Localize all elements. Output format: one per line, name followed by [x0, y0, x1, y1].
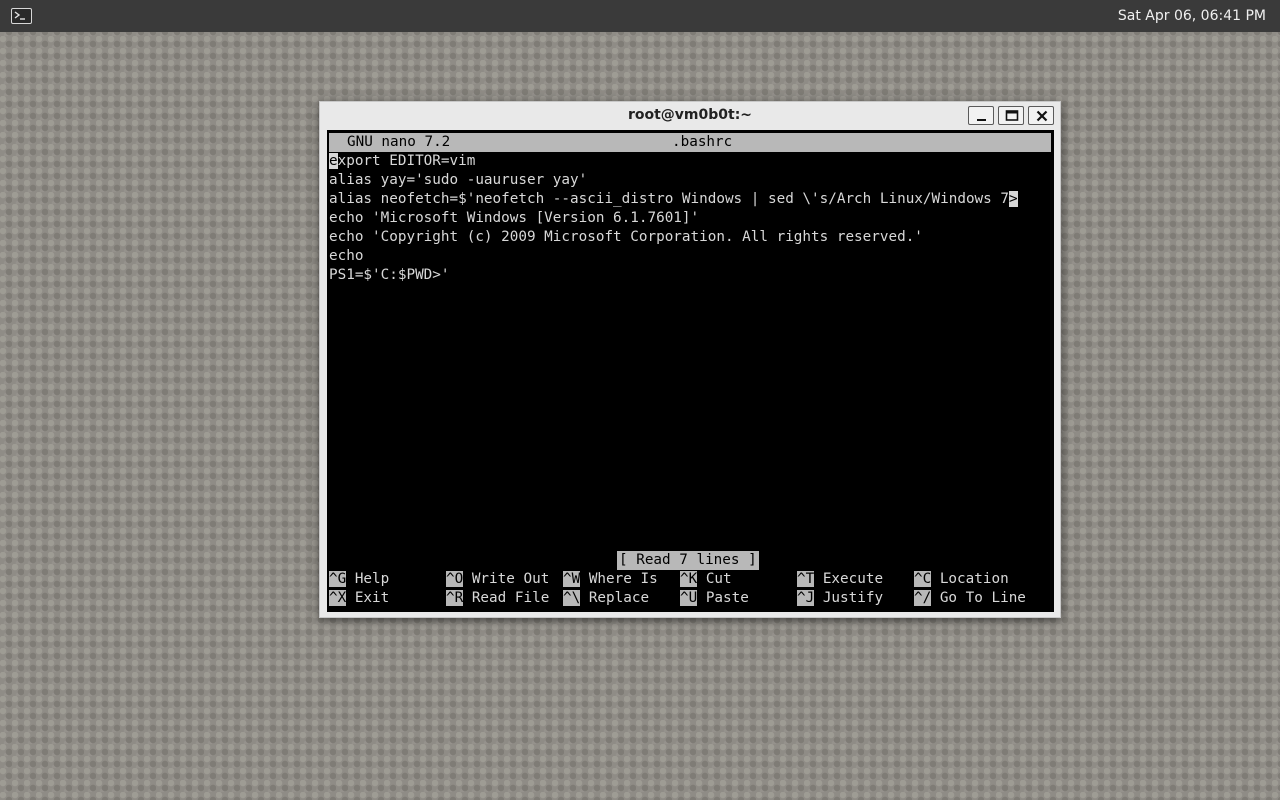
shortcut-key: ^J	[797, 590, 815, 606]
shortcut-key: ^G	[329, 571, 347, 587]
maximize-icon	[1005, 110, 1019, 121]
shortcut-key: ^/	[914, 590, 932, 606]
shortcut-label: Replace	[588, 590, 650, 606]
editor-line-text: xport EDITOR=vim	[337, 153, 476, 169]
window-titlebar[interactable]: root@vm0b0t:~	[320, 102, 1060, 129]
terminal-screen[interactable]: GNU nano 7.2 .bashrc export EDITOR=vim a…	[327, 130, 1054, 612]
nano-version: GNU nano 7.2	[347, 134, 451, 150]
top-panel: Sat Apr 06, 06:41 PM	[0, 0, 1280, 32]
editor-line[interactable]: alias neofetch=$'neofetch --ascii_distro…	[329, 190, 1018, 209]
editor-line-text: echo	[329, 248, 364, 264]
terminal-icon[interactable]	[11, 8, 32, 24]
editor-line-text: alias yay='sudo -uauruser yay'	[329, 172, 588, 188]
nano-title-bar: GNU nano 7.2 .bashrc	[329, 133, 1051, 152]
clock[interactable]: Sat Apr 06, 06:41 PM	[1118, 0, 1266, 32]
editor-line[interactable]: alias yay='sudo -uauruser yay'	[329, 171, 587, 190]
shortcut-execute[interactable]: ^T Execute	[797, 570, 883, 589]
close-button[interactable]	[1028, 106, 1054, 125]
editor-line-text: echo 'Copyright (c) 2009 Microsoft Corpo…	[329, 229, 923, 245]
shortcut-help[interactable]: ^G Help	[329, 570, 389, 589]
editor-line[interactable]: echo 'Microsoft Windows [Version 6.1.760…	[329, 209, 699, 228]
minimize-button[interactable]	[968, 106, 994, 125]
shortcut-key: ^O	[446, 571, 464, 587]
nano-filename: .bashrc	[672, 134, 733, 150]
window-title: root@vm0b0t:~	[627, 107, 753, 123]
shortcut-label: Execute	[822, 571, 884, 587]
shortcut-exit[interactable]: ^X Exit	[329, 589, 389, 608]
shortcut-key: ^X	[329, 590, 347, 606]
shortcut-label: Help	[354, 571, 390, 587]
editor-line[interactable]: echo	[329, 247, 363, 266]
text-cursor: e	[329, 153, 338, 169]
shortcut-label: Write Out	[471, 571, 550, 587]
shortcut-label: Cut	[705, 571, 732, 587]
shortcut-label: Where Is	[588, 571, 658, 587]
editor-line-text: echo 'Microsoft Windows [Version 6.1.760…	[329, 210, 700, 226]
shortcut-label: Read File	[471, 590, 550, 606]
shortcut-write-out[interactable]: ^O Write Out	[446, 570, 549, 589]
shortcut-label: Justify	[822, 590, 884, 606]
shortcut-go-to-line[interactable]: ^/ Go To Line	[914, 589, 1026, 608]
terminal-window: root@vm0b0t:~ GNU nano 7.2 .bashrc expor…	[319, 101, 1061, 618]
shortcut-read-file[interactable]: ^R Read File	[446, 589, 549, 608]
shortcut-key: ^C	[914, 571, 932, 587]
minimize-icon	[977, 119, 986, 121]
maximize-button[interactable]	[998, 106, 1024, 125]
shortcut-key: ^K	[680, 571, 698, 587]
editor-line-text: alias neofetch=$'neofetch --ascii_distro…	[329, 191, 1009, 207]
shortcut-location[interactable]: ^C Location	[914, 570, 1009, 589]
shortcut-label: Exit	[354, 590, 390, 606]
shortcut-label: Go To Line	[939, 590, 1026, 606]
editor-line[interactable]: PS1=$'C:$PWD>'	[329, 266, 450, 285]
shortcut-label: Paste	[705, 590, 749, 606]
shortcut-label: Location	[939, 571, 1009, 587]
shortcut-key: ^T	[797, 571, 815, 587]
shortcut-paste[interactable]: ^U Paste	[680, 589, 749, 608]
close-icon	[1036, 110, 1048, 122]
shortcut-key: ^W	[563, 571, 581, 587]
shortcut-cut[interactable]: ^K Cut	[680, 570, 732, 589]
editor-line-text: PS1=$'C:$PWD>'	[329, 267, 450, 283]
shortcut-replace[interactable]: ^\ Replace	[563, 589, 649, 608]
editor-line[interactable]: export EDITOR=vim	[329, 152, 475, 171]
shortcut-key: ^U	[680, 590, 698, 606]
shortcut-key: ^R	[446, 590, 464, 606]
status-message: [ Read 7 lines ]	[617, 551, 759, 570]
editor-line[interactable]: echo 'Copyright (c) 2009 Microsoft Corpo…	[329, 228, 923, 247]
shortcut-justify[interactable]: ^J Justify	[797, 589, 883, 608]
line-overflow-marker: >	[1009, 191, 1018, 207]
shortcut-where-is[interactable]: ^W Where Is	[563, 570, 658, 589]
shortcut-key: ^\	[563, 590, 581, 606]
